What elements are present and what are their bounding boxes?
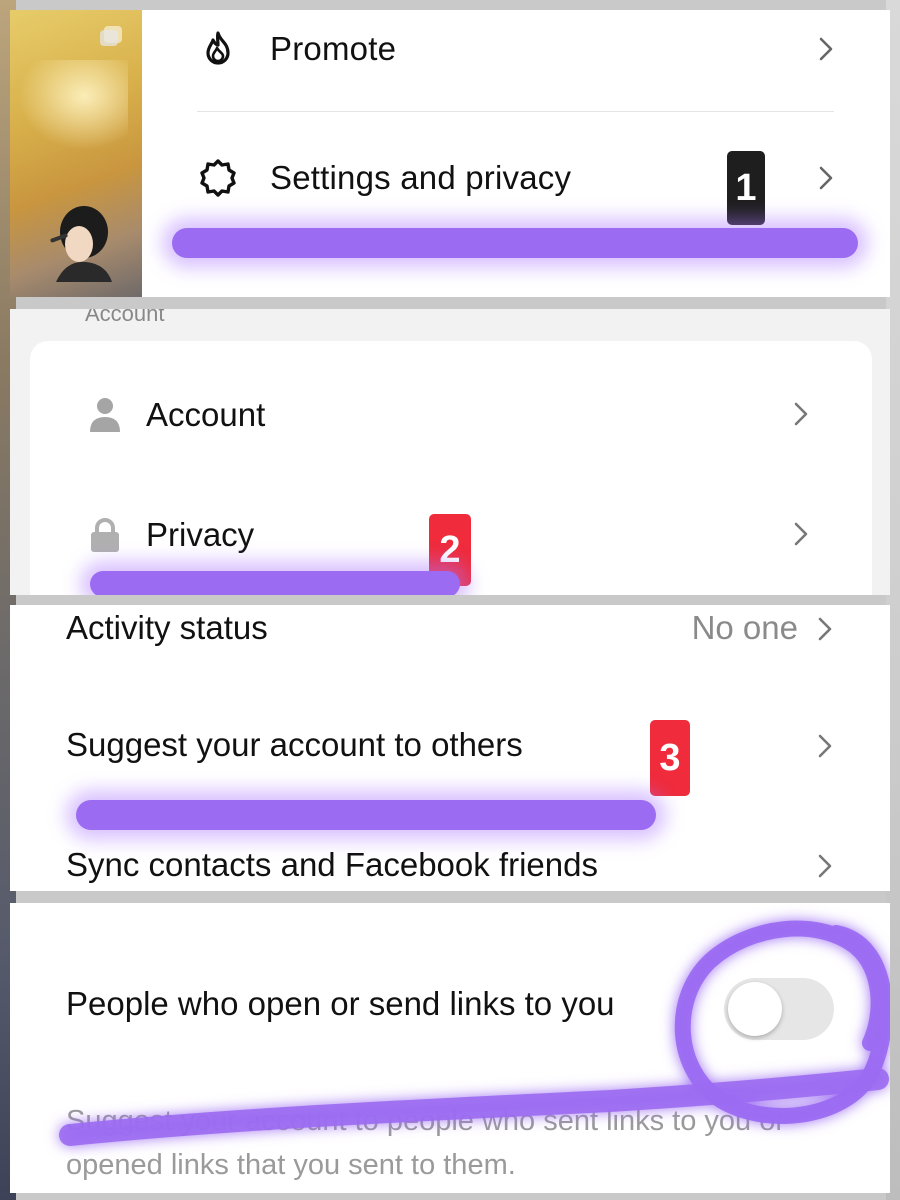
setting-title: People who open or send links to you (66, 985, 615, 1022)
chevron-right-icon (818, 734, 832, 758)
divider (197, 111, 834, 112)
chevron-right-icon (818, 617, 832, 641)
person-icon (90, 398, 120, 432)
highlight-underline (76, 800, 656, 830)
step-badge-1: 1 (727, 151, 765, 225)
section-label: Account (85, 309, 165, 326)
settings-item-label: Privacy (146, 516, 255, 553)
privacy-item-label: Activity status (66, 609, 268, 646)
privacy-item-sync-contacts[interactable]: Sync contacts and Facebook friends (66, 837, 840, 891)
menu-item-label: Promote (270, 30, 397, 67)
setting-description: Suggest your account to people who sent … (66, 1105, 785, 1181)
chevron-right-icon (794, 522, 808, 546)
copy-icon (100, 26, 122, 46)
gear-icon (200, 159, 236, 197)
privacy-item-label: Sync contacts and Facebook friends (66, 846, 598, 883)
highlight-underline (172, 228, 858, 258)
links-toggle-switch[interactable] (724, 978, 834, 1040)
profile-video-thumbnail[interactable] (10, 10, 142, 297)
privacy-item-suggest-account[interactable]: Suggest your account to others (66, 717, 840, 773)
chevron-right-icon (794, 402, 808, 426)
privacy-item-value: No one (691, 609, 798, 646)
lock-icon (91, 518, 119, 552)
toggle-knob (728, 982, 782, 1036)
chevron-right-icon (819, 37, 833, 61)
flame-icon (206, 31, 230, 65)
person-photo (50, 206, 112, 282)
profile-menu-panel: Promote Settings and privacy 1 (10, 10, 890, 297)
menu-item-promote[interactable]: Promote (198, 14, 850, 84)
settings-item-account[interactable]: Account (88, 385, 830, 445)
suggest-account-panel: People who open or send links to you Sug… (10, 903, 890, 1193)
settings-panel: Account Account Privacy 2 (10, 309, 890, 595)
menu-item-label: Settings and privacy (270, 159, 572, 196)
privacy-item-label: Suggest your account to others (66, 726, 523, 763)
chevron-right-icon (819, 166, 833, 190)
privacy-item-activity-status[interactable]: Activity status No one (66, 605, 840, 656)
step-badge-3: 3 (650, 720, 690, 796)
settings-item-label: Account (146, 396, 266, 433)
highlight-underline (90, 571, 460, 595)
chevron-right-icon (818, 854, 832, 878)
privacy-panel: Activity status No one Suggest your acco… (10, 605, 890, 891)
